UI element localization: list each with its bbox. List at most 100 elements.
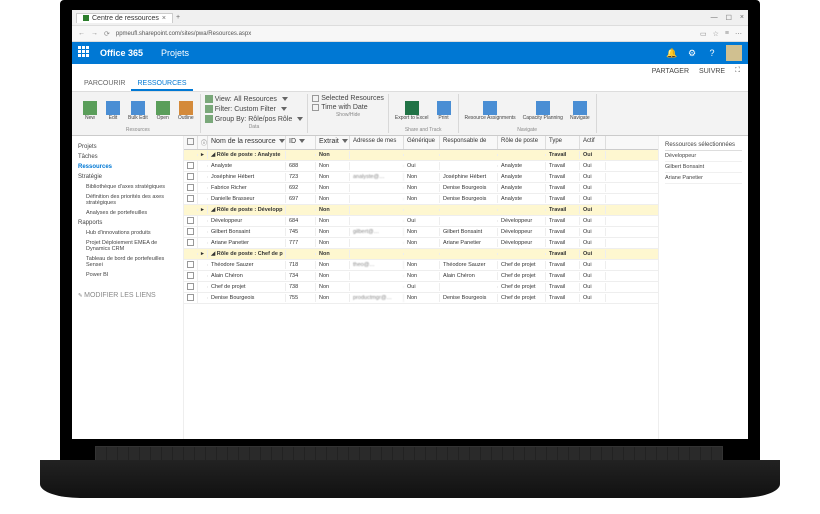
- resource-assign-button[interactable]: Resource Assignments: [463, 94, 518, 127]
- table-row[interactable]: Joséphine Hébert723Nonanalyste@…NonJosép…: [184, 172, 658, 183]
- selected-item[interactable]: Gilbert Bonsaint: [665, 162, 742, 173]
- selected-item[interactable]: Ariane Panetier: [665, 173, 742, 184]
- table-row[interactable]: Alain Chéron734NonNonAlain ChéronChef de…: [184, 271, 658, 282]
- column-role[interactable]: Rôle de poste: [498, 136, 546, 149]
- nav-taches[interactable]: Tâches: [76, 152, 179, 162]
- table-row[interactable]: Théodore Sauzer718Nontheo@…NonThéodore S…: [184, 260, 658, 271]
- nav-emea[interactable]: Projet Déploiement EMEA de Dynamics CRM: [76, 238, 179, 254]
- bulk-edit-button[interactable]: Bulk Edit: [126, 94, 150, 127]
- table-row[interactable]: Ariane Panetier777NonNonAriane PanetierD…: [184, 238, 658, 249]
- nav-strategie[interactable]: Stratégie: [76, 172, 179, 182]
- hub-icon[interactable]: ≡: [725, 30, 729, 37]
- open-button[interactable]: Open: [153, 94, 173, 127]
- help-icon[interactable]: ?: [706, 47, 718, 59]
- minimize-icon[interactable]: —: [711, 14, 718, 22]
- nav-projets[interactable]: Projets: [76, 142, 179, 152]
- tab-ressources[interactable]: RESSOURCES: [131, 78, 192, 91]
- avatar[interactable]: [726, 45, 742, 61]
- fullscreen-icon[interactable]: ⛶: [735, 67, 740, 75]
- row-checkbox[interactable]: [187, 173, 194, 180]
- row-checkbox[interactable]: [187, 272, 194, 279]
- selected-item[interactable]: Développeur: [665, 151, 742, 162]
- close-window-icon[interactable]: ×: [740, 14, 744, 22]
- view-icon: [205, 95, 213, 103]
- chevron-down-icon[interactable]: [282, 97, 288, 101]
- group-row[interactable]: ▸◢ Rôle de poste : Chef de pNonTravailOu…: [184, 249, 658, 260]
- selected-resources-panel: Ressources sélectionnées Développeur Gil…: [658, 136, 748, 439]
- column-generique[interactable]: Générique: [404, 136, 440, 149]
- column-extrait[interactable]: Extrait: [316, 136, 350, 149]
- column-actif[interactable]: Actif: [580, 136, 606, 149]
- view-select[interactable]: All Resources: [234, 96, 277, 103]
- filter-select[interactable]: Custom Filter: [234, 106, 276, 113]
- ribbon-group-data: Data: [205, 124, 303, 130]
- url-field[interactable]: ppmeufl.sharepoint.com/sites/pwa/Resourc…: [116, 31, 694, 37]
- nav-definition[interactable]: Définition des priorités des axes straté…: [76, 192, 179, 208]
- table-row[interactable]: Analyste688NonOuiAnalysteTravailOui: [184, 161, 658, 172]
- nav-analyses[interactable]: Analyses de portefeuilles: [76, 208, 179, 218]
- nav-edit-links[interactable]: ✎ MODIFIER LES LIENS: [76, 290, 179, 301]
- table-row[interactable]: Denise Bourgeois755Nonproductmgr@…NonDen…: [184, 293, 658, 304]
- group-row[interactable]: ▸◢ Rôle de poste : DéveloppNonTravailOui: [184, 205, 658, 216]
- back-icon[interactable]: ←: [78, 30, 85, 37]
- outline-button[interactable]: Outline: [176, 94, 196, 127]
- notifications-icon[interactable]: 🔔: [666, 47, 678, 59]
- settings-icon[interactable]: ⚙: [686, 47, 698, 59]
- time-checkbox[interactable]: [312, 104, 319, 111]
- table-row[interactable]: Fabrice Richer692NonNonDenise BourgeoisA…: [184, 183, 658, 194]
- chevron-down-icon[interactable]: [281, 107, 287, 111]
- column-id[interactable]: ID: [286, 136, 316, 149]
- ribbon: New Edit Bulk Edit Open Outline Resource…: [72, 92, 748, 136]
- column-name[interactable]: Nom de la ressource: [208, 136, 286, 149]
- column-responsable[interactable]: Responsable de: [440, 136, 498, 149]
- nav-bibliotheque[interactable]: Bibliothèque d'axes stratégiques: [76, 182, 179, 192]
- row-checkbox[interactable]: [187, 184, 194, 191]
- group-row[interactable]: ▸◢ Rôle de poste : AnalysteNonTravailOui: [184, 150, 658, 161]
- print-button[interactable]: Print: [434, 94, 454, 127]
- reading-icon[interactable]: ▭: [700, 30, 707, 38]
- row-checkbox[interactable]: [187, 283, 194, 290]
- chevron-down-icon[interactable]: [297, 117, 303, 121]
- column-type[interactable]: Type: [546, 136, 580, 149]
- row-checkbox[interactable]: [187, 239, 194, 246]
- app-launcher-icon[interactable]: [78, 46, 92, 60]
- nav-ressources[interactable]: Ressources: [76, 162, 179, 172]
- browser-tab[interactable]: Centre de ressources ×: [76, 13, 173, 23]
- row-checkbox[interactable]: [187, 261, 194, 268]
- row-checkbox[interactable]: [187, 228, 194, 235]
- info-column[interactable]: ⓘ: [198, 136, 208, 149]
- new-button[interactable]: New: [80, 94, 100, 127]
- edit-button[interactable]: Edit: [103, 94, 123, 127]
- table-row[interactable]: Danielle Brasseur697NonNonDenise Bourgeo…: [184, 194, 658, 205]
- row-checkbox[interactable]: [187, 294, 194, 301]
- row-checkbox[interactable]: [187, 162, 194, 169]
- ribbon-group-showhide: Show/Hide: [312, 112, 384, 118]
- share-button[interactable]: PARTAGER: [652, 68, 689, 75]
- table-row[interactable]: Développeur684NonOuiDéveloppeurTravailOu…: [184, 216, 658, 227]
- capacity-button[interactable]: Capacity Planning: [521, 94, 565, 127]
- maximize-icon[interactable]: ☐: [726, 14, 732, 22]
- column-email[interactable]: Adresse de mes: [350, 136, 404, 149]
- select-all-checkbox[interactable]: [187, 138, 194, 145]
- refresh-icon[interactable]: ⟳: [104, 30, 110, 38]
- follow-button[interactable]: SUIVRE: [699, 68, 725, 75]
- navigate-button[interactable]: Navigate: [568, 94, 592, 127]
- row-checkbox[interactable]: [187, 217, 194, 224]
- row-checkbox[interactable]: [187, 195, 194, 202]
- table-row[interactable]: Chef de projet738NonOuiChef de projetTra…: [184, 282, 658, 293]
- close-icon[interactable]: ×: [162, 15, 166, 22]
- nav-powerbi[interactable]: Power BI: [76, 270, 179, 280]
- group-select[interactable]: Rôle/pos Rôle: [248, 116, 292, 123]
- selected-checkbox[interactable]: [312, 95, 319, 102]
- nav-tableau[interactable]: Tableau de bord de portefeuilles Sensei: [76, 254, 179, 270]
- nav-rapports[interactable]: Rapports: [76, 218, 179, 228]
- nav-hub[interactable]: Hub d'innovations produits: [76, 228, 179, 238]
- more-icon[interactable]: ⋯: [735, 30, 742, 38]
- export-excel-button[interactable]: Export to Excel: [393, 94, 431, 127]
- tab-parcourir[interactable]: PARCOURIR: [78, 78, 131, 91]
- forward-icon[interactable]: →: [91, 30, 98, 37]
- table-row[interactable]: Gilbert Bonsaint745Nongilbert@…NonGilber…: [184, 227, 658, 238]
- page-actions: PARTAGER SUIVRE ⛶: [72, 64, 748, 78]
- favorite-icon[interactable]: ☆: [713, 30, 719, 38]
- new-tab-button[interactable]: +: [176, 14, 180, 21]
